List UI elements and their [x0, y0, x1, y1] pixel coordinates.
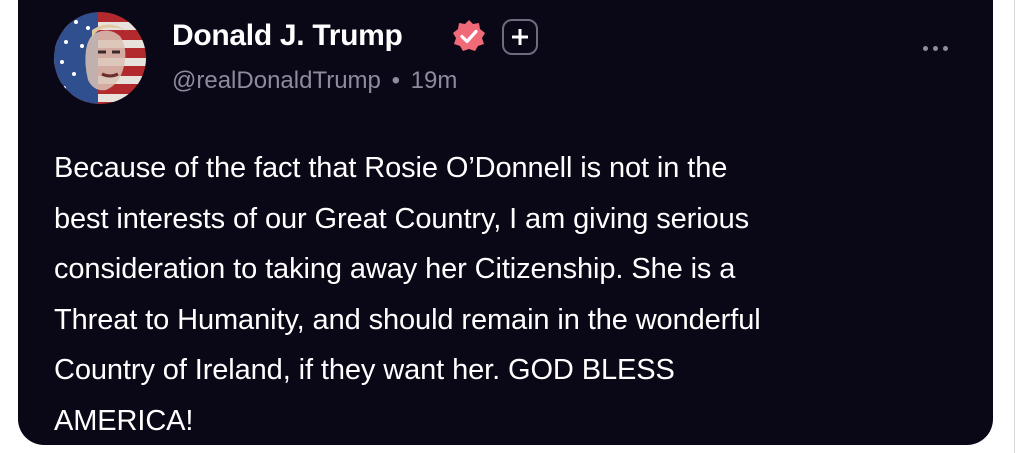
- more-options-icon: [922, 45, 928, 51]
- meta-separator: •: [391, 67, 400, 94]
- author-avatar[interactable]: [54, 12, 146, 104]
- page-edge-divider: [1014, 0, 1015, 453]
- verified-badge-icon: [452, 19, 486, 53]
- more-options-button[interactable]: [915, 38, 955, 58]
- author-handle[interactable]: @realDonaldTrump: [172, 67, 381, 94]
- plus-icon: [512, 29, 528, 45]
- author-meta: @realDonaldTrump • 19m: [172, 66, 457, 96]
- flag-portrait-avatar-icon: [54, 12, 146, 104]
- post-timestamp[interactable]: 19m: [411, 67, 458, 94]
- more-options-icon-dot: [932, 45, 938, 51]
- more-options-icon-dot: [942, 45, 948, 51]
- author-display-name[interactable]: Donald J. Trump: [172, 18, 403, 54]
- subscribe-button[interactable]: [502, 19, 538, 55]
- post-body-text: Because of the fact that Rosie O’Donnell…: [54, 152, 761, 437]
- post-card: Donald J. Trump @realDonaldTrump • 19m B…: [18, 0, 993, 445]
